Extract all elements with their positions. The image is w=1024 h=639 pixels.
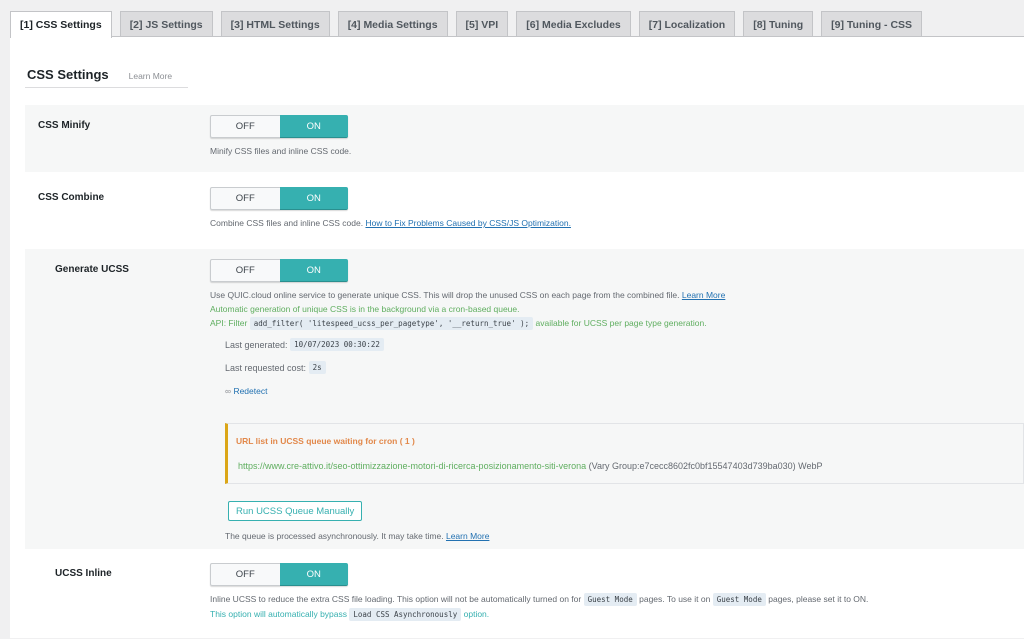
setting-row-css-combine: CSS Combine OFF ON Combine CSS files and… bbox=[25, 177, 1024, 247]
toggle-on[interactable]: ON bbox=[279, 187, 348, 210]
section-title: CSS Settings bbox=[27, 67, 109, 82]
setting-description: Combine CSS files and inline CSS code. H… bbox=[210, 216, 1014, 230]
tab-media-settings[interactable]: [4] Media Settings bbox=[337, 11, 448, 37]
bypass-suffix: option. bbox=[463, 609, 490, 619]
setting-description: Inline UCSS to reduce the extra CSS file… bbox=[210, 592, 1014, 622]
css-minify-toggle[interactable]: OFF ON bbox=[210, 115, 348, 138]
ucss-learn-more-link[interactable]: Learn More bbox=[682, 290, 725, 300]
setting-row-generate-ucss: Generate UCSS OFF ON Use QUIC.cloud onli… bbox=[25, 249, 1024, 549]
tab-tuning[interactable]: [8] Tuning bbox=[743, 11, 814, 37]
tab-html-settings[interactable]: [3] HTML Settings bbox=[220, 11, 330, 37]
toggle-on[interactable]: ON bbox=[279, 563, 348, 586]
tab-media-excludes[interactable]: [6] Media Excludes bbox=[516, 11, 631, 37]
last-generated: Last generated: 10/07/2023 00:30:22 bbox=[225, 333, 1014, 356]
toggle-off[interactable]: OFF bbox=[210, 115, 280, 138]
settings-tabs: [1] CSS Settings [2] JS Settings [3] HTM… bbox=[10, 11, 1024, 38]
run-ucss-queue-button[interactable]: Run UCSS Queue Manually bbox=[228, 501, 363, 521]
section-learn-more-link[interactable]: Learn More bbox=[129, 71, 172, 81]
settings-panel: CSS Settings Learn More CSS Minify OFF O… bbox=[10, 36, 1024, 638]
queue-item: https://www.cre-attivo.it/seo-ottimizzaz… bbox=[238, 461, 822, 471]
setting-label: CSS Minify bbox=[38, 120, 91, 131]
ucss-meta: Last generated: 10/07/2023 00:30:22 Last… bbox=[225, 333, 1014, 402]
css-combine-toggle[interactable]: OFF ON bbox=[210, 187, 348, 210]
redetect-label: Redetect bbox=[233, 385, 268, 396]
generate-ucss-toggle[interactable]: OFF ON bbox=[210, 259, 348, 282]
guest-mode-code: Guest Mode bbox=[712, 593, 766, 606]
ucss-inline-toggle[interactable]: OFF ON bbox=[210, 563, 348, 586]
queue-learn-more-link[interactable]: Learn More bbox=[446, 531, 489, 541]
queue-note-text: The queue is processed asynchronously. I… bbox=[225, 531, 444, 541]
redetect-link[interactable]: ∞ Redetect bbox=[225, 386, 267, 396]
toggle-off[interactable]: OFF bbox=[210, 259, 280, 282]
tab-css-settings[interactable]: [1] CSS Settings bbox=[10, 11, 112, 38]
toggle-off[interactable]: OFF bbox=[210, 563, 280, 586]
api-code: add_filter( 'litespeed_ucss_per_pagetype… bbox=[249, 317, 534, 330]
setting-row-css-minify: CSS Minify OFF ON Minify CSS files and i… bbox=[25, 105, 1024, 172]
cron-note: Automatic generation of unique CSS is in… bbox=[210, 304, 520, 314]
setting-label: CSS Combine bbox=[38, 192, 105, 203]
bypass-code: Load CSS Asynchronously bbox=[349, 608, 462, 621]
bypass-prefix: This option will automatically bypass bbox=[210, 609, 348, 619]
description-text: Combine CSS files and inline CSS code. bbox=[210, 218, 364, 228]
guest-mode-code: Guest Mode bbox=[583, 593, 637, 606]
queue-url: https://www.cre-attivo.it/seo-ottimizzaz… bbox=[238, 461, 587, 471]
last-generated-value: 10/07/2023 00:30:22 bbox=[290, 338, 384, 351]
desc-b: pages. To use it on bbox=[639, 594, 711, 604]
desc-a: Inline UCSS to reduce the extra CSS file… bbox=[210, 594, 582, 604]
setting-label: Generate UCSS bbox=[55, 264, 129, 275]
api-suffix: available for UCSS per page type generat… bbox=[535, 318, 707, 328]
queue-url-meta: (Vary Group:e7cecc8602fc0bf15547403d739b… bbox=[588, 461, 823, 471]
redetect-line: ∞ Redetect bbox=[225, 379, 1014, 402]
setting-row-ucss-inline: UCSS Inline OFF ON Inline UCSS to reduce… bbox=[25, 553, 1024, 639]
last-cost-value: 2s bbox=[308, 361, 326, 374]
api-note: API: Filter add_filter( 'litespeed_ucss_… bbox=[210, 316, 1014, 331]
ucss-queue-notice: URL list in UCSS queue waiting for cron … bbox=[225, 423, 1024, 484]
tab-js-settings[interactable]: [2] JS Settings bbox=[119, 11, 213, 37]
link-chain-icon: ∞ bbox=[225, 385, 232, 396]
last-requested-cost: Last requested cost: 2s bbox=[225, 356, 1014, 379]
setting-description: Use QUIC.cloud online service to generat… bbox=[210, 288, 1014, 331]
setting-description: Minify CSS files and inline CSS code. bbox=[210, 146, 352, 156]
api-prefix: API: Filter bbox=[210, 318, 248, 328]
queue-note: The queue is processed asynchronously. I… bbox=[225, 531, 489, 541]
tab-localization[interactable]: [7] Localization bbox=[638, 11, 736, 37]
toggle-on[interactable]: ON bbox=[279, 259, 348, 282]
fix-problems-link[interactable]: How to Fix Problems Caused by CSS/JS Opt… bbox=[365, 218, 571, 228]
description-text: Use QUIC.cloud online service to generat… bbox=[210, 290, 680, 300]
desc-c: pages, please set it to ON. bbox=[768, 594, 869, 604]
toggle-off[interactable]: OFF bbox=[210, 187, 280, 210]
last-generated-label: Last generated: bbox=[225, 339, 288, 350]
section-header: CSS Settings Learn More bbox=[25, 67, 188, 88]
last-cost-label: Last requested cost: bbox=[225, 362, 307, 373]
bypass-note: This option will automatically bypass Lo… bbox=[210, 607, 1014, 622]
tab-vpi[interactable]: [5] VPI bbox=[455, 11, 509, 37]
tab-tuning-css[interactable]: [9] Tuning - CSS bbox=[821, 11, 923, 37]
toggle-on[interactable]: ON bbox=[279, 115, 348, 138]
queue-title: URL list in UCSS queue waiting for cron … bbox=[236, 436, 415, 446]
setting-label: UCSS Inline bbox=[55, 568, 112, 579]
